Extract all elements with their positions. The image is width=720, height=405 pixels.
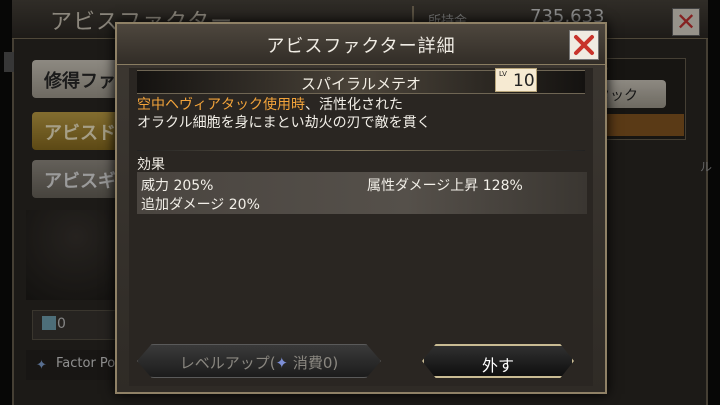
- effect-value: 128%: [482, 178, 523, 194]
- close-icon: [574, 35, 594, 55]
- level-badge: LV 10: [495, 68, 537, 92]
- effect-power: 威力 205%: [141, 175, 213, 195]
- dialog-close-button[interactable]: [569, 30, 599, 60]
- effect-heading: 効果: [137, 157, 165, 173]
- effect-additional-damage: 追加ダメージ 20%: [141, 194, 260, 214]
- effect-list: 威力 205% 属性ダメージ上昇 128% 追加ダメージ 20%: [137, 172, 587, 214]
- effect-value: 20%: [228, 197, 260, 213]
- level-up-cost: 消費0): [288, 354, 339, 372]
- level-up-button[interactable]: レベルアップ(✦ 消費0): [137, 344, 381, 378]
- effect-name: 属性ダメージ上昇: [367, 178, 479, 194]
- remove-button[interactable]: 外す: [422, 344, 574, 378]
- factor-point-icon: ✦: [275, 354, 289, 372]
- effect-name: 威力: [141, 178, 169, 194]
- level-value: 10: [513, 71, 535, 91]
- skill-description: 空中ヘヴィアタック使用時、活性化された オラクル細胞を身にまとい劫火の刃で敵を貫…: [137, 96, 587, 132]
- dialog-header: アビスファクター詳細: [117, 24, 605, 65]
- remove-label: 外す: [481, 356, 514, 375]
- description-text-1: 、活性化された: [305, 97, 403, 113]
- description-condition: 空中ヘヴィアタック使用時: [137, 97, 305, 113]
- factor-detail-dialog: アビスファクター詳細 スパイラルメテオ LV 10 空中ヘヴィアタック使用時、活…: [115, 22, 607, 394]
- effect-element-damage: 属性ダメージ上昇 128%: [367, 175, 523, 195]
- level-label: LV: [499, 70, 507, 78]
- description-text-2: オラクル細胞を身にまとい劫火の刃で敵を貫く: [137, 115, 431, 131]
- section-divider: [137, 150, 585, 151]
- level-up-label: レベルアップ(✦ 消費0): [138, 352, 380, 373]
- effect-value: 205%: [173, 178, 214, 194]
- level-up-prefix: レベルアップ(: [179, 354, 276, 372]
- effect-name: 追加ダメージ: [141, 197, 225, 213]
- dialog-title: アビスファクター詳細: [266, 36, 456, 57]
